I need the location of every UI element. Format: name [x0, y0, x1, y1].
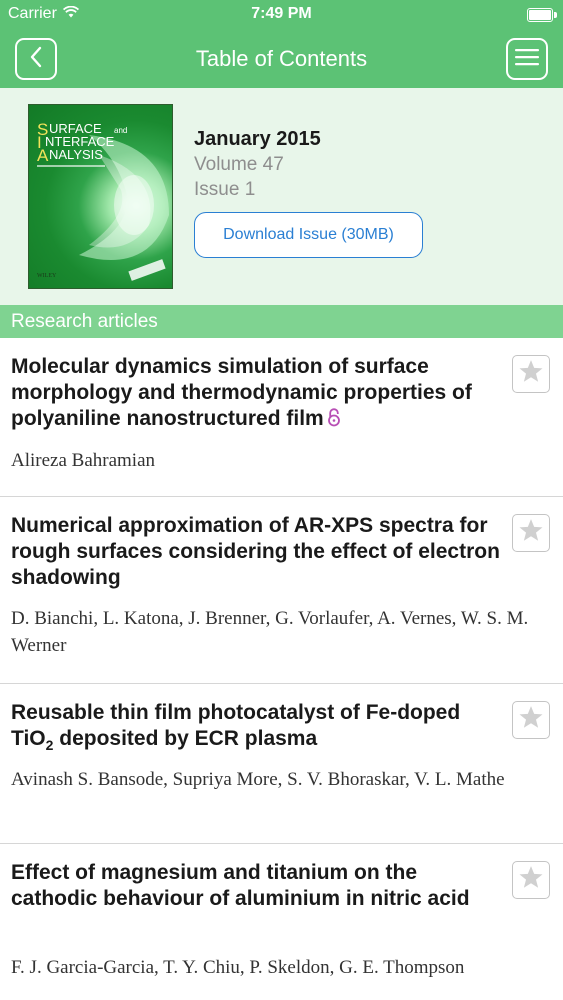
article-item[interactable]: Molecular dynamics simulation of surface… [0, 338, 563, 497]
article-item[interactable]: Reusable thin film photocatalyst of Fe-d… [0, 684, 563, 844]
cover-and: and [114, 126, 127, 135]
menu-button[interactable] [506, 38, 548, 80]
favorite-button[interactable] [512, 514, 550, 552]
article-title-text: Molecular dynamics simulation of surface… [11, 355, 472, 430]
menu-icon [515, 48, 539, 71]
issue-number: Issue 1 [194, 179, 256, 200]
article-authors: D. Bianchi, L. Katona, J. Brenner, G. Vo… [11, 608, 529, 656]
article-authors: Avinash S. Bansode, Supriya More, S. V. … [11, 769, 505, 790]
article-authors: Alireza Bahramian [11, 450, 156, 471]
journal-cover[interactable]: S URFACE and I NTERFACE A NALYSIS WILEY [28, 104, 173, 289]
open-access-icon [327, 408, 341, 434]
article-item[interactable]: Numerical approximation of AR-XPS spectr… [0, 497, 563, 684]
issue-volume: Volume 47 [194, 154, 284, 175]
section-header: Research articles [0, 305, 563, 338]
issue-info: January 2015 Volume 47 Issue 1 [194, 128, 321, 201]
section-label: Research articles [11, 311, 158, 332]
star-icon [518, 705, 544, 735]
star-icon [518, 518, 544, 548]
battery-icon [527, 8, 557, 22]
cover-art: S URFACE and I NTERFACE A NALYSIS WILEY [37, 120, 169, 281]
clock: 7:49 PM [251, 5, 312, 22]
issue-date: January 2015 [194, 128, 321, 150]
cover-line-3: NALYSIS [49, 147, 103, 162]
star-icon [518, 865, 544, 895]
download-issue-button[interactable]: Download Issue (30MB) [194, 212, 423, 258]
page-title: Table of Contents [195, 46, 368, 71]
article-title: Effect of magnesium and titanium on the … [11, 861, 470, 910]
article-item[interactable]: Effect of magnesium and titanium on the … [0, 844, 563, 1000]
favorite-button[interactable] [512, 355, 550, 393]
article-title: Reusable thin film photocatalyst of Fe-d… [11, 700, 481, 758]
issue-header: S URFACE and I NTERFACE A NALYSIS WILEY … [0, 88, 563, 305]
favorite-button[interactable] [512, 861, 550, 899]
navigation-bar: Table of Contents [0, 30, 563, 88]
article-title: Molecular dynamics simulation of surface… [11, 354, 551, 434]
favorite-button[interactable] [512, 701, 550, 739]
article-title: Numerical approximation of AR-XPS spectr… [11, 514, 500, 589]
cover-publisher: WILEY [37, 273, 57, 279]
status-bar: Carrier 7:49 PM [0, 0, 563, 30]
article-title-part-b: deposited by ECR plasma [53, 727, 318, 750]
article-authors: F. J. Garcia-Garcia, T. Y. Chiu, P. Skel… [11, 957, 465, 978]
star-icon [518, 359, 544, 389]
cover-initial-a: A [37, 146, 49, 165]
